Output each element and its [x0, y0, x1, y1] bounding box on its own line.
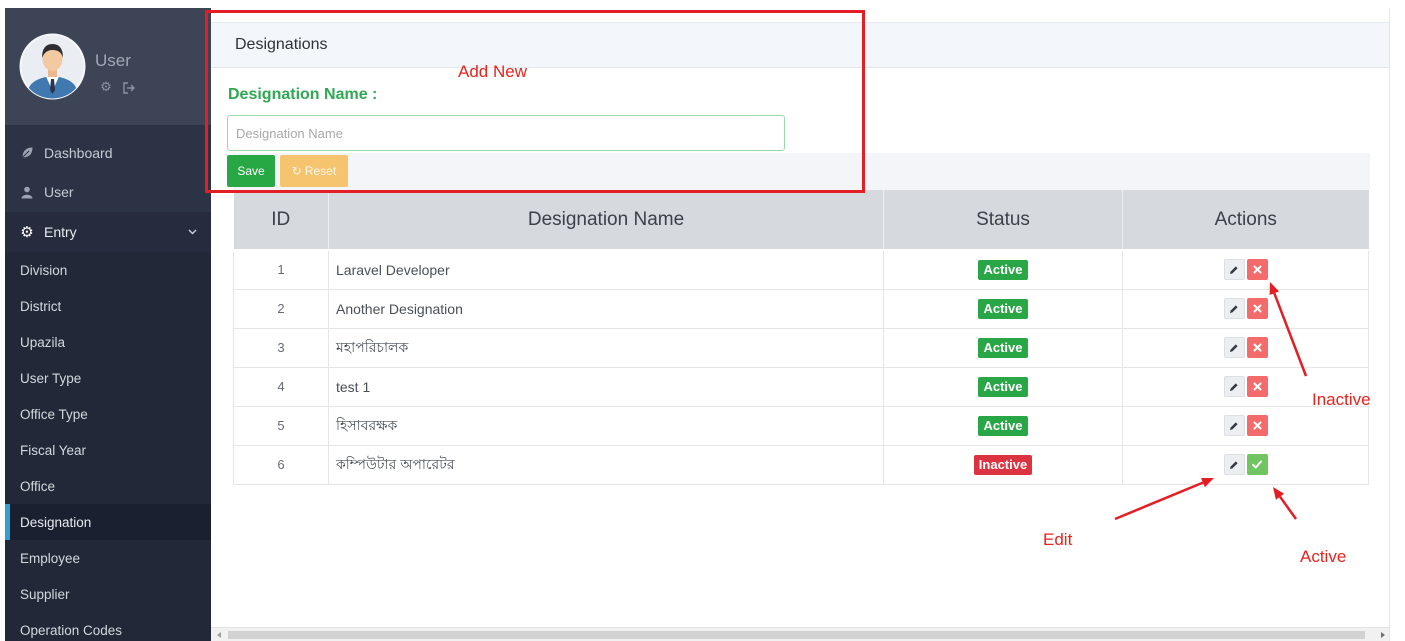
annotation-arrow-active [1273, 487, 1298, 520]
annotation-arrow-edit [1114, 478, 1214, 521]
annotation-arrow-inactive [1269, 282, 1308, 377]
annotation-arrows [1114, 282, 1308, 521]
